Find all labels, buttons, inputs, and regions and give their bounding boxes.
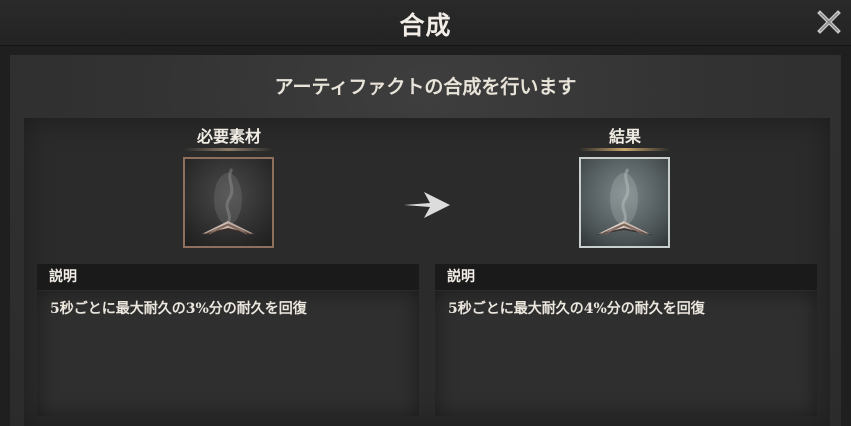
materials-underline xyxy=(183,148,274,151)
materials-label: 必要素材 xyxy=(196,127,261,146)
window-title: 合成 xyxy=(399,11,452,40)
open-book-icon xyxy=(595,168,653,235)
result-underline xyxy=(579,148,670,151)
result-label: 結果 xyxy=(608,127,641,146)
material-slot[interactable] xyxy=(183,157,274,248)
open-book-icon xyxy=(199,168,257,235)
description-text-right: 5秒ごとに最大耐久の4%分の耐久を回復 xyxy=(435,291,817,416)
description-heading-right: 説明 xyxy=(435,264,817,290)
result-slot[interactable] xyxy=(579,157,670,248)
close-icon[interactable] xyxy=(815,8,843,36)
arrow-right-icon xyxy=(404,192,450,218)
description-heading-left: 説明 xyxy=(37,264,419,290)
description-text-left: 5秒ごとに最大耐久の3%分の耐久を回復 xyxy=(37,291,419,416)
subtitle: アーティファクトの合成を行います xyxy=(274,76,577,98)
header-bar: 合成 xyxy=(0,0,851,46)
